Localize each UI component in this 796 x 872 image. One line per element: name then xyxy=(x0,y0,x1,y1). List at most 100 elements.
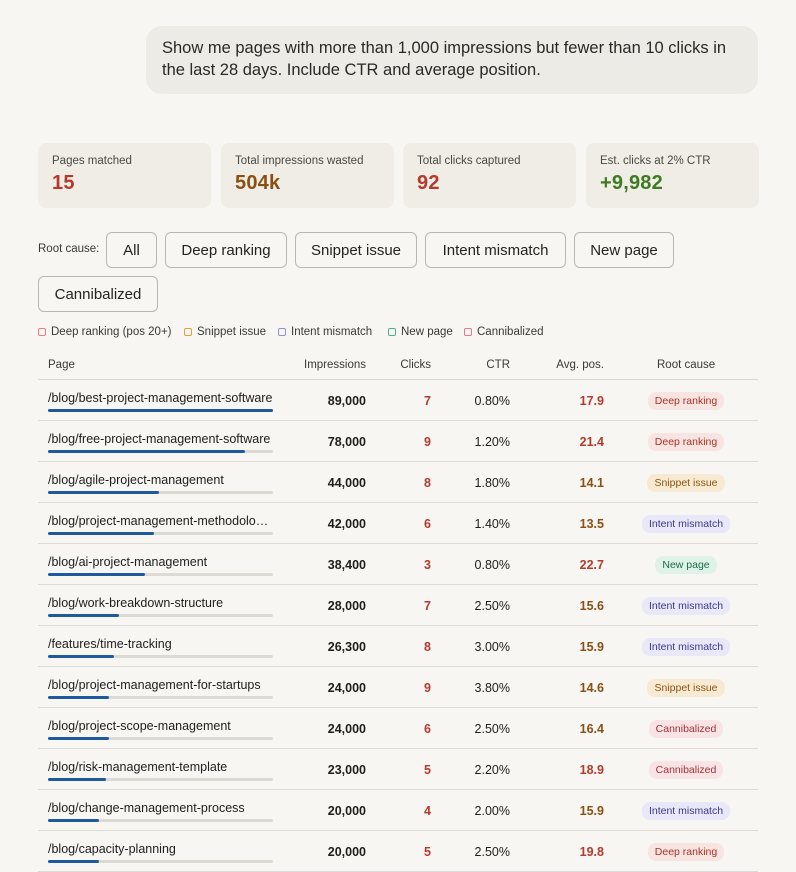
legend-swatch xyxy=(464,328,472,336)
stat-label: Total clicks captured xyxy=(417,155,521,167)
table-row[interactable]: /blog/project-management-for-startups 24,… xyxy=(38,667,758,708)
impressions-bar-fill xyxy=(48,819,99,822)
impressions-value: 26,300 xyxy=(327,640,366,654)
table-row[interactable]: /blog/change-management-process 20,000 4 2.… xyxy=(38,790,758,831)
impressions-bar-fill xyxy=(48,532,155,535)
table-row[interactable]: /blog/risk-management-template 23,000 5 2.2… xyxy=(38,749,758,790)
impressions-value: 24,000 xyxy=(327,681,366,695)
ctr-value: 1.80% xyxy=(474,476,510,490)
page-url-link[interactable]: /blog/work-breakdown-structure xyxy=(48,596,273,610)
root-cause-badge: Intent mismatch xyxy=(641,802,731,820)
page-url-link[interactable]: /blog/capacity-planning xyxy=(48,842,273,856)
impressions-value: 44,000 xyxy=(327,476,366,490)
root-cause-badge: Cannibalized xyxy=(648,761,724,779)
table-row[interactable]: /blog/capacity-planning 20,000 5 2.50% 19.8 D… xyxy=(38,831,758,872)
page-url-link[interactable]: /blog/project-scope-management xyxy=(48,719,273,733)
root-cause-badge: Intent mismatch xyxy=(641,515,731,533)
table-row[interactable]: /blog/ai-project-management 38,400 3 0.80% 2… xyxy=(38,544,758,585)
impressions-value: 20,000 xyxy=(327,845,366,859)
legend-swatch xyxy=(184,328,192,336)
ctr-value: 0.80% xyxy=(474,394,510,408)
legend-item-new-page: New page xyxy=(388,326,453,338)
summary-stats: Pages matched 15 Total impressions waste… xyxy=(38,143,759,208)
table-row[interactable]: /blog/best-project-management-software 89… xyxy=(38,380,758,421)
column-header-ctr[interactable]: CTR xyxy=(486,359,510,371)
impressions-value: 28,000 xyxy=(327,599,366,613)
avg-position-value: 13.5 xyxy=(579,517,604,531)
impressions-bar xyxy=(48,614,273,617)
impressions-value: 24,000 xyxy=(327,722,366,736)
page-url-link[interactable]: /features/time-tracking xyxy=(48,637,273,651)
impressions-bar xyxy=(48,450,273,453)
avg-position-value: 16.4 xyxy=(579,722,604,736)
legend-item-cannibalized: Cannibalized xyxy=(464,326,544,338)
impressions-value: 89,000 xyxy=(327,394,366,408)
page-url-link[interactable]: /blog/best-project-management-software xyxy=(48,391,273,405)
table-row[interactable]: /blog/project-management-methodologies 42… xyxy=(38,503,758,544)
column-header-avg-pos[interactable]: Avg. pos. xyxy=(556,359,604,371)
impressions-value: 42,000 xyxy=(327,517,366,531)
root-cause-cell: Deep ranking xyxy=(618,432,754,451)
root-cause-cell: Intent mismatch xyxy=(618,596,754,615)
page-url-link[interactable]: /blog/ai-project-management xyxy=(48,555,273,569)
ctr-value: 3.80% xyxy=(474,681,510,695)
ctr-value: 2.50% xyxy=(474,722,510,736)
avg-position-value: 17.9 xyxy=(579,394,604,408)
impressions-bar-fill xyxy=(48,696,109,699)
root-cause-badge: New page xyxy=(655,556,717,574)
impressions-bar-fill xyxy=(48,409,273,412)
column-header-impressions[interactable]: Impressions xyxy=(304,359,366,371)
clicks-value: 9 xyxy=(424,435,431,449)
stat-total-clicks-captured: Total clicks captured 92 xyxy=(403,143,576,208)
table-row[interactable]: /blog/project-scope-management 24,000 6 2.5… xyxy=(38,708,758,749)
filter-chip-all[interactable]: All xyxy=(106,232,157,268)
filter-chip-intent-mismatch[interactable]: Intent mismatch xyxy=(425,232,566,268)
stat-value: 15 xyxy=(52,172,75,194)
legend-label: Cannibalized xyxy=(477,326,544,338)
table-row[interactable]: /features/time-tracking 26,300 8 3.00% 15.9 I… xyxy=(38,626,758,667)
impressions-bar-fill xyxy=(48,614,119,617)
root-cause-cell: Snippet issue xyxy=(618,678,754,697)
impressions-bar-fill xyxy=(48,860,99,863)
impressions-bar-fill xyxy=(48,573,146,576)
column-header-root-cause[interactable]: Root cause xyxy=(657,359,715,371)
stat-est-clicks: Est. clicks at 2% CTR +9,982 xyxy=(586,143,759,208)
filter-chip-deep-ranking[interactable]: Deep ranking xyxy=(165,232,287,268)
avg-position-value: 18.9 xyxy=(579,763,604,777)
ctr-value: 2.20% xyxy=(474,763,510,777)
root-cause-cell: New page xyxy=(618,555,754,574)
clicks-value: 3 xyxy=(424,558,431,572)
impressions-value: 23,000 xyxy=(327,763,366,777)
root-cause-cell: Cannibalized xyxy=(618,760,754,779)
clicks-value: 9 xyxy=(424,681,431,695)
impressions-bar xyxy=(48,860,273,863)
table-row[interactable]: /blog/work-breakdown-structure 28,000 7 2.5… xyxy=(38,585,758,626)
page-url-link[interactable]: /blog/agile-project-management xyxy=(48,473,273,487)
ctr-value: 2.50% xyxy=(474,599,510,613)
legend-item-snippet-issue: Snippet issue xyxy=(184,326,266,338)
filter-chip-snippet-issue[interactable]: Snippet issue xyxy=(295,232,417,268)
column-header-clicks[interactable]: Clicks xyxy=(400,359,431,371)
stat-pages-matched: Pages matched 15 xyxy=(38,143,211,208)
table-row[interactable]: /blog/free-project-management-software 78… xyxy=(38,421,758,462)
page-url-link[interactable]: /blog/project-management-for-startups xyxy=(48,678,273,692)
impressions-bar xyxy=(48,409,273,412)
prompt-line-2: the last 28 days. Include CTR and averag… xyxy=(162,61,541,79)
impressions-bar xyxy=(48,819,273,822)
page-url-link[interactable]: /blog/free-project-management-software xyxy=(48,432,273,446)
page-url-link[interactable]: /blog/change-management-process xyxy=(48,801,273,815)
legend-label: New page xyxy=(401,326,453,338)
page-url-link[interactable]: /blog/project-management-methodologies xyxy=(48,514,273,528)
column-header-page[interactable]: Page xyxy=(48,359,75,371)
filter-chip-cannibalized[interactable]: Cannibalized xyxy=(38,276,158,312)
stat-label: Est. clicks at 2% CTR xyxy=(600,155,711,167)
avg-position-value: 15.9 xyxy=(579,804,604,818)
clicks-value: 5 xyxy=(424,763,431,777)
user-prompt-bubble: Show me pages with more than 1,000 impre… xyxy=(146,26,758,94)
page-url-link[interactable]: /blog/risk-management-template xyxy=(48,760,273,774)
table-row[interactable]: /blog/agile-project-management 44,000 8 1.8… xyxy=(38,462,758,503)
clicks-value: 6 xyxy=(424,722,431,736)
root-cause-badge: Deep ranking xyxy=(647,843,725,861)
filter-chip-new-page[interactable]: New page xyxy=(574,232,674,268)
legend-label: Intent mismatch xyxy=(291,326,373,338)
